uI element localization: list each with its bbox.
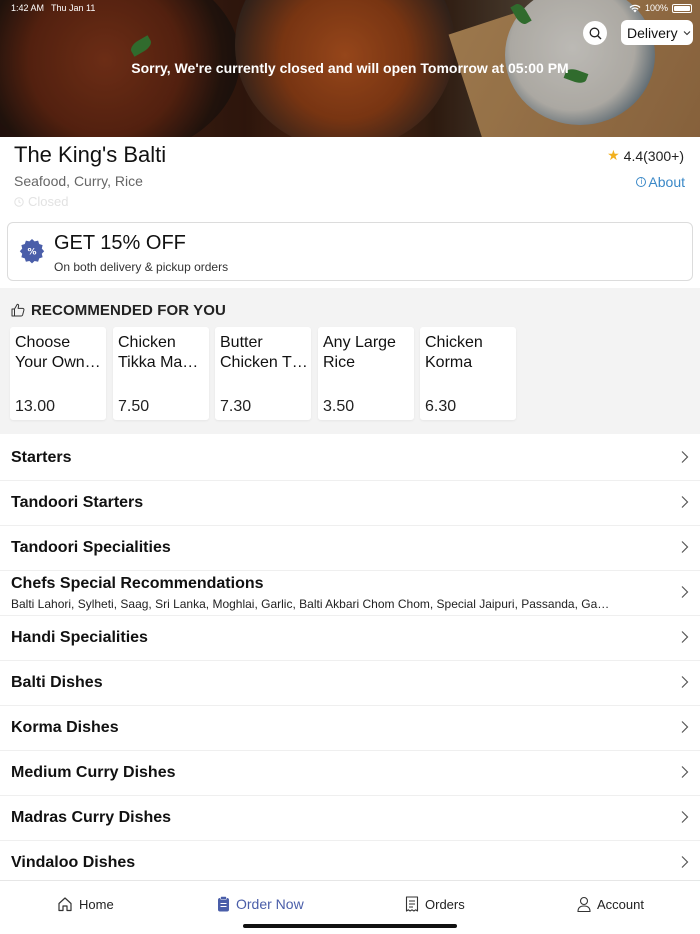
recommended-item-card[interactable]: Chicken Korma 6.30 xyxy=(420,327,516,420)
item-name: Any Large Rice xyxy=(323,334,396,371)
menu-category-tandoori-specialities[interactable]: Tandoori Specialities xyxy=(0,526,700,571)
order-mode-dropdown[interactable]: Delivery xyxy=(621,20,693,45)
svg-text:%: % xyxy=(27,248,36,258)
menu-category-list: Starters Tandoori Starters Tandoori Spec… xyxy=(0,436,700,886)
discount-badge-icon: % xyxy=(19,239,45,264)
receipt-icon xyxy=(405,896,419,912)
tab-home[interactable]: Home xyxy=(57,896,114,912)
category-label: Starters xyxy=(11,449,72,466)
restaurant-tags: Seafood, Curry, Rice xyxy=(14,173,143,189)
closed-message: Sorry, We're currently closed and will o… xyxy=(131,60,569,76)
chevron-right-icon xyxy=(681,496,689,508)
item-price: 6.30 xyxy=(425,398,457,415)
restaurant-status: Closed xyxy=(14,194,68,209)
item-name: Chicken Korma xyxy=(425,334,483,371)
category-label: Tandoori Specialities xyxy=(11,539,171,556)
category-label: Vindaloo Dishes xyxy=(11,854,136,871)
home-icon xyxy=(58,897,72,912)
thumbs-up-icon xyxy=(11,303,25,317)
star-icon: ★ xyxy=(607,147,620,163)
chevron-down-icon xyxy=(683,30,690,35)
user-icon xyxy=(577,896,591,912)
category-label: Handi Specialities xyxy=(11,629,148,646)
category-label: Chefs Special Recommendations xyxy=(11,575,264,592)
item-name: Choose Your Own… xyxy=(15,334,101,371)
chevron-right-icon xyxy=(681,811,689,823)
menu-category-chefs-special[interactable]: Chefs Special Recommendations Balti Laho… xyxy=(0,571,700,616)
restaurant-name: The King's Balti xyxy=(14,142,167,167)
tab-label: Order Now xyxy=(236,896,304,912)
chevron-right-icon xyxy=(681,451,689,463)
rating-value: 4.4(300+) xyxy=(623,147,684,164)
tab-account[interactable]: Account xyxy=(577,896,644,912)
battery-icon xyxy=(672,3,692,13)
about-link[interactable]: i About xyxy=(636,174,685,190)
chevron-right-icon xyxy=(681,721,689,733)
item-price: 7.30 xyxy=(220,398,252,415)
chevron-right-icon xyxy=(681,541,689,553)
menu-category-korma-dishes[interactable]: Korma Dishes xyxy=(0,706,700,751)
menu-category-medium-curry[interactable]: Medium Curry Dishes xyxy=(0,751,700,796)
tab-label: Account xyxy=(597,896,644,912)
category-label: Tandoori Starters xyxy=(11,494,144,511)
category-description: Balti Lahori, Sylheti, Saag, Sri Lanka, … xyxy=(11,597,610,611)
tab-label: Orders xyxy=(425,896,465,912)
category-label: Korma Dishes xyxy=(11,719,119,736)
search-icon xyxy=(589,27,601,39)
home-indicator xyxy=(243,924,457,928)
battery-percent: 100% xyxy=(644,3,668,13)
item-price: 7.50 xyxy=(118,398,150,415)
wifi-icon xyxy=(629,4,641,12)
chevron-right-icon xyxy=(681,766,689,778)
offer-subtitle: On both delivery & pickup orders xyxy=(54,260,229,274)
item-name: Butter Chicken T… xyxy=(220,334,308,371)
hero-banner: 1:42 AM Thu Jan 11 100% Sorry, We're cur… xyxy=(0,0,700,137)
chevron-right-icon xyxy=(681,856,689,868)
chevron-right-icon xyxy=(681,586,689,598)
recommended-title: RECOMMENDED FOR YOU xyxy=(31,302,226,319)
recommended-item-card[interactable]: Chicken Tikka Ma… 7.50 xyxy=(113,327,209,420)
status-date: Thu Jan 11 xyxy=(51,3,96,13)
category-label: Medium Curry Dishes xyxy=(11,764,176,781)
item-price: 13.00 xyxy=(15,398,56,415)
menu-category-handi-specialities[interactable]: Handi Specialities xyxy=(0,616,700,661)
order-mode-label: Delivery xyxy=(627,24,678,41)
status-label: Closed xyxy=(28,194,69,209)
clock-icon xyxy=(14,196,24,207)
menu-category-starters[interactable]: Starters xyxy=(0,436,700,481)
category-label: Balti Dishes xyxy=(11,674,103,691)
offer-banner[interactable]: % GET 15% OFF On both delivery & pickup … xyxy=(7,222,693,281)
item-name: Chicken Tikka Ma… xyxy=(118,334,199,371)
tab-order-now[interactable]: Order Now xyxy=(217,896,304,912)
item-price: 3.50 xyxy=(323,398,355,415)
offer-title: GET 15% OFF xyxy=(54,232,186,254)
restaurant-rating: ★ 4.4(300+) xyxy=(607,147,684,164)
recommended-item-card[interactable]: Choose Your Own… 13.00 xyxy=(10,327,106,420)
chevron-right-icon xyxy=(681,676,689,688)
search-button[interactable] xyxy=(583,21,607,45)
tab-orders[interactable]: Orders xyxy=(405,896,465,912)
menu-category-madras-curry[interactable]: Madras Curry Dishes xyxy=(0,796,700,841)
chevron-right-icon xyxy=(681,631,689,643)
recommended-item-card[interactable]: Any Large Rice 3.50 xyxy=(318,327,414,420)
status-time: 1:42 AM xyxy=(11,3,45,13)
menu-category-balti-dishes[interactable]: Balti Dishes xyxy=(0,661,700,706)
menu-category-tandoori-starters[interactable]: Tandoori Starters xyxy=(0,481,700,526)
recommended-section: RECOMMENDED FOR YOU Choose Your Own… 13.0… xyxy=(0,288,700,434)
status-bar: 1:42 AM Thu Jan 11 100% xyxy=(0,0,700,16)
tab-label: Home xyxy=(79,896,114,912)
category-label: Madras Curry Dishes xyxy=(11,809,172,826)
about-label: About xyxy=(648,174,685,190)
recommended-item-card[interactable]: Butter Chicken T… 7.30 xyxy=(215,327,311,420)
info-icon: i xyxy=(636,177,647,187)
order-bag-icon xyxy=(218,896,229,912)
